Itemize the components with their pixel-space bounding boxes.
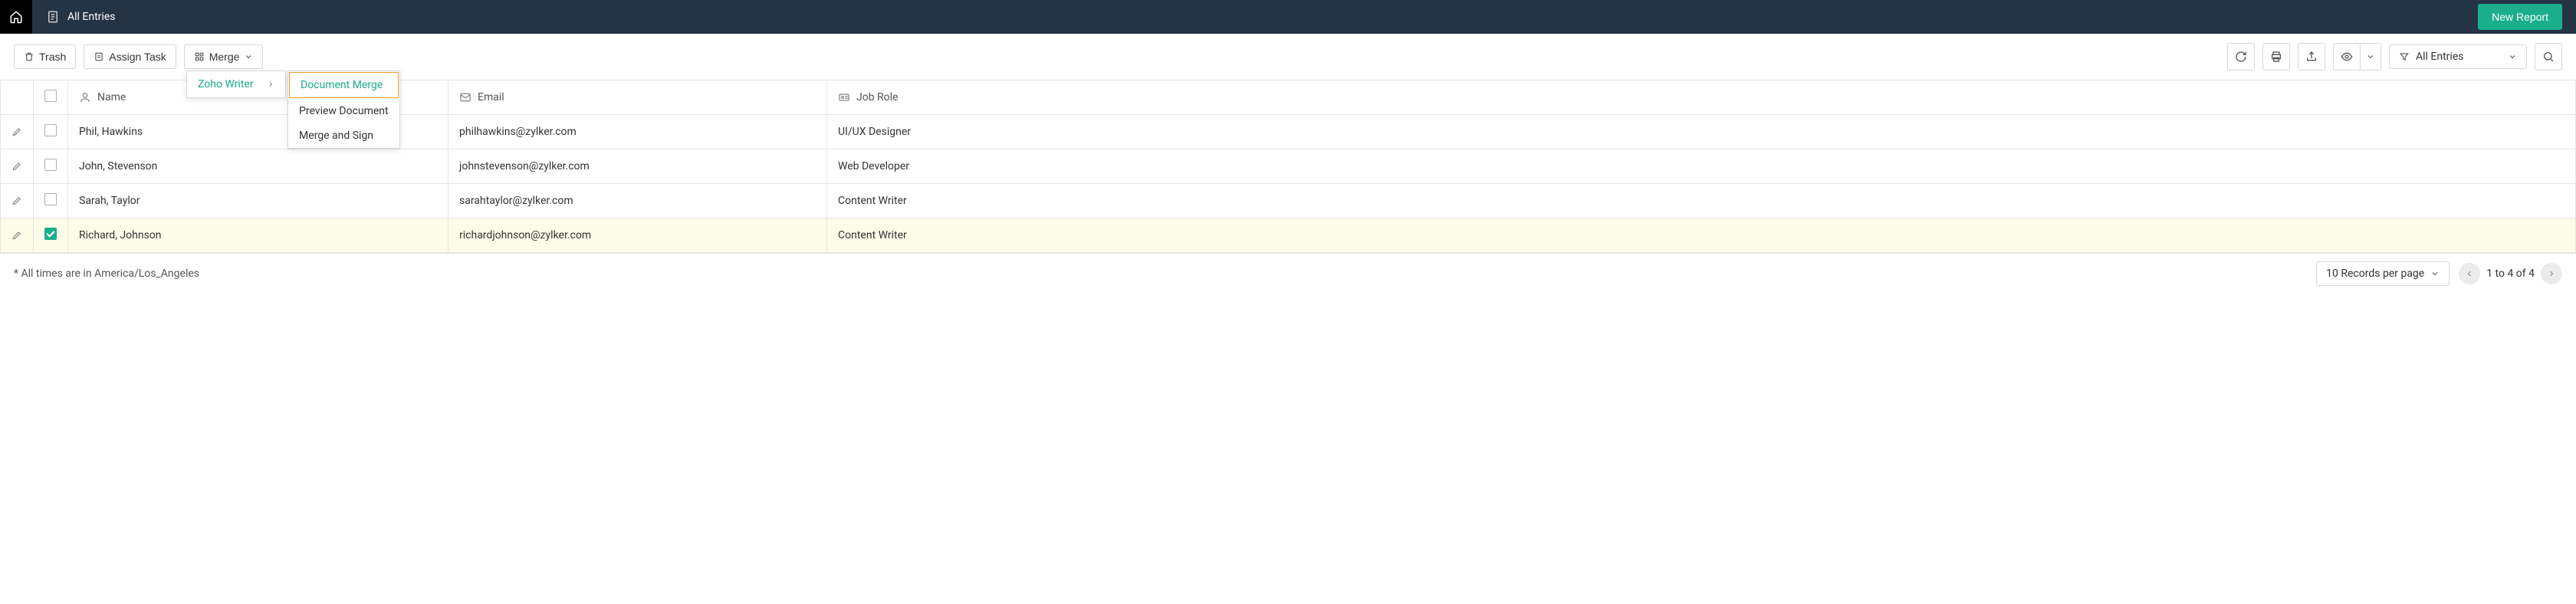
email-cell: richardjohnson@zylker.com: [449, 218, 827, 253]
pencil-icon: [12, 195, 22, 206]
home-icon: [9, 10, 23, 24]
records-per-page-dropdown[interactable]: 10 Records per page: [2316, 261, 2450, 286]
merge-menu-zoho-writer[interactable]: Zoho Writer: [187, 71, 285, 97]
trash-icon: [24, 51, 34, 62]
row-checkbox[interactable]: [44, 124, 57, 136]
edit-cell[interactable]: [1, 184, 34, 218]
badge-icon: [838, 91, 850, 103]
edit-column-header: [1, 80, 34, 115]
merge-icon: [194, 51, 205, 62]
toolbar: Trash Assign Task Merge Zoho Writer Docu…: [0, 34, 2576, 80]
table-row[interactable]: Sarah, Taylor sarahtaylor@zylker.com Con…: [1, 184, 2576, 218]
submenu-document-merge[interactable]: Document Merge: [289, 72, 399, 98]
chevron-left-icon: [2465, 269, 2474, 278]
select-all-checkbox[interactable]: [44, 90, 57, 102]
page-info: 1 to 4 of 4: [2486, 268, 2535, 280]
row-checkbox[interactable]: [44, 159, 57, 171]
merge-submenu: Document Merge Preview Document Merge an…: [288, 71, 400, 149]
filter-label: All Entries: [2416, 51, 2502, 63]
person-icon: [79, 91, 91, 103]
records-label: 10 Records per page: [2326, 268, 2424, 280]
chevron-down-icon: [2508, 52, 2517, 61]
submenu-merge-and-sign[interactable]: Merge and Sign: [288, 123, 399, 148]
jobrole-header-label: Job Role: [856, 91, 898, 103]
pencil-icon: [12, 230, 22, 241]
edit-cell[interactable]: [1, 149, 34, 184]
pencil-icon: [12, 161, 22, 172]
checkbox-cell: [34, 149, 68, 184]
trash-button[interactable]: Trash: [14, 44, 76, 69]
email-cell: johnstevenson@zylker.com: [449, 149, 827, 184]
jobrole-column-header[interactable]: Job Role: [827, 80, 2576, 115]
email-cell: philhawkins@zylker.com: [449, 115, 827, 149]
pencil-icon: [12, 126, 22, 137]
app-header: All Entries New Report: [0, 0, 2576, 34]
zoho-writer-label: Zoho Writer: [198, 78, 254, 90]
edit-cell[interactable]: [1, 218, 34, 253]
merge-label: Merge: [209, 51, 240, 63]
chevron-down-icon: [244, 52, 253, 61]
jobrole-cell: UI/UX Designer: [827, 115, 2576, 149]
name-cell: Sarah, Taylor: [68, 184, 449, 218]
row-checkbox[interactable]: [44, 193, 57, 205]
name-cell: Richard, Johnson: [68, 218, 449, 253]
pager: 1 to 4 of 4: [2459, 263, 2562, 284]
footer: * All times are in America/Los_Angeles 1…: [0, 253, 2576, 294]
filter-dropdown[interactable]: All Entries: [2389, 44, 2527, 69]
refresh-button[interactable]: [2227, 43, 2255, 71]
merge-button[interactable]: Merge: [184, 44, 264, 69]
assign-task-label: Assign Task: [109, 51, 166, 63]
email-header-label: Email: [478, 91, 504, 103]
table-row[interactable]: Richard, Johnson richardjohnson@zylker.c…: [1, 218, 2576, 253]
submenu-preview-document[interactable]: Preview Document: [288, 99, 399, 123]
checkbox-column-header: [34, 80, 68, 115]
name-header-label: Name: [97, 91, 126, 103]
refresh-icon: [2235, 51, 2247, 63]
search-button[interactable]: [2535, 43, 2562, 71]
share-button[interactable]: [2298, 43, 2325, 71]
checkbox-cell: [34, 184, 68, 218]
name-cell: John, Stevenson: [68, 149, 449, 184]
email-column-header[interactable]: Email: [449, 80, 827, 115]
table-row[interactable]: John, Stevenson johnstevenson@zylker.com…: [1, 149, 2576, 184]
chevron-down-icon: [2366, 52, 2375, 61]
mail-icon: [459, 91, 472, 103]
breadcrumb: All Entries: [32, 10, 2478, 24]
task-icon: [94, 51, 104, 62]
jobrole-cell: Web Developer: [827, 149, 2576, 184]
checkbox-cell: [34, 218, 68, 253]
breadcrumb-label: All Entries: [67, 11, 115, 23]
new-report-button[interactable]: New Report: [2478, 4, 2562, 30]
merge-dropdown: Zoho Writer: [186, 71, 286, 98]
chevron-down-icon: [2430, 269, 2440, 278]
search-icon: [2542, 51, 2555, 63]
share-icon: [2305, 51, 2318, 63]
jobrole-cell: Content Writer: [827, 218, 2576, 253]
email-cell: sarahtaylor@zylker.com: [449, 184, 827, 218]
home-button[interactable]: [0, 0, 32, 34]
assign-task-button[interactable]: Assign Task: [84, 44, 176, 69]
entries-icon: [46, 10, 60, 24]
print-icon: [2270, 51, 2282, 63]
row-checkbox[interactable]: [44, 228, 57, 240]
filter-icon: [2399, 51, 2410, 62]
prev-page-button[interactable]: [2459, 263, 2480, 284]
view-button[interactable]: [2333, 43, 2361, 71]
next-page-button[interactable]: [2541, 263, 2562, 284]
print-button[interactable]: [2262, 43, 2290, 71]
chevron-right-icon: [267, 80, 274, 88]
edit-cell[interactable]: [1, 115, 34, 149]
view-dropdown-button[interactable]: [2360, 43, 2381, 71]
checkbox-cell: [34, 115, 68, 149]
chevron-right-icon: [2547, 269, 2556, 278]
eye-icon: [2341, 51, 2353, 63]
timezone-note: * All times are in America/Los_Angeles: [14, 268, 2316, 280]
trash-label: Trash: [39, 51, 66, 63]
jobrole-cell: Content Writer: [827, 184, 2576, 218]
